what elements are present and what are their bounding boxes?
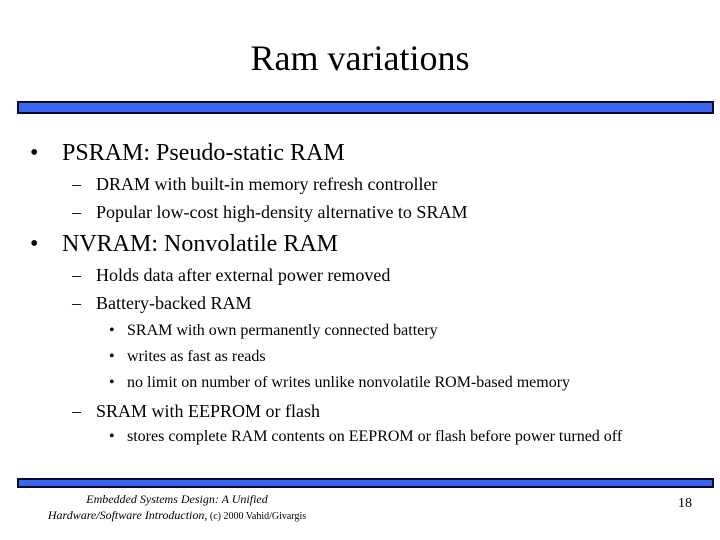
sub-sub-bullet: SRAM with own permanently connected batt… bbox=[127, 322, 438, 339]
page-number: 18 bbox=[678, 496, 692, 511]
sub-sub-bullet: writes as fast as reads bbox=[127, 348, 266, 365]
bullet-psram: PSRAM: Pseudo-static RAM bbox=[62, 140, 345, 166]
bullet-marker: • bbox=[30, 231, 39, 257]
footer-copyright: (c) 2000 Vahid/Givargis bbox=[207, 511, 307, 522]
sub-bullet: Holds data after external power removed bbox=[96, 265, 391, 285]
sub-bullet: Popular low-cost high-density alternativ… bbox=[96, 202, 468, 222]
footer-citation: Embedded Systems Design: A Unified Hardw… bbox=[22, 491, 332, 525]
footer-line-1: Embedded Systems Design: A Unified bbox=[86, 492, 268, 506]
dash-marker: – bbox=[72, 401, 81, 421]
dash-marker: – bbox=[72, 265, 81, 285]
sub-sub-bullet: stores complete RAM contents on EEPROM o… bbox=[127, 428, 623, 445]
dot-marker: • bbox=[109, 348, 115, 365]
bullet-nvram: NVRAM: Nonvolatile RAM bbox=[62, 231, 338, 257]
title-divider-bar bbox=[17, 101, 714, 114]
dash-marker: – bbox=[72, 202, 81, 222]
dot-marker: • bbox=[109, 428, 115, 445]
dot-marker: • bbox=[109, 322, 115, 339]
dash-marker: – bbox=[72, 174, 81, 194]
sub-sub-bullet: no limit on number of writes unlike nonv… bbox=[127, 374, 571, 391]
sub-bullet: SRAM with EEPROM or flash bbox=[96, 401, 321, 421]
footer-line-2: Hardware/Software Introduction, (c) 2000… bbox=[22, 507, 332, 525]
dot-marker: • bbox=[109, 374, 115, 391]
slide-title: Ram variations bbox=[250, 38, 470, 78]
dash-marker: – bbox=[72, 293, 81, 313]
sub-bullet: DRAM with built-in memory refresh contro… bbox=[96, 174, 438, 194]
sub-bullet: Battery-backed RAM bbox=[96, 293, 252, 313]
footer-divider-bar bbox=[17, 478, 714, 488]
footer-book-title: Hardware/Software Introduction, bbox=[47, 508, 208, 522]
bullet-marker: • bbox=[30, 140, 39, 166]
